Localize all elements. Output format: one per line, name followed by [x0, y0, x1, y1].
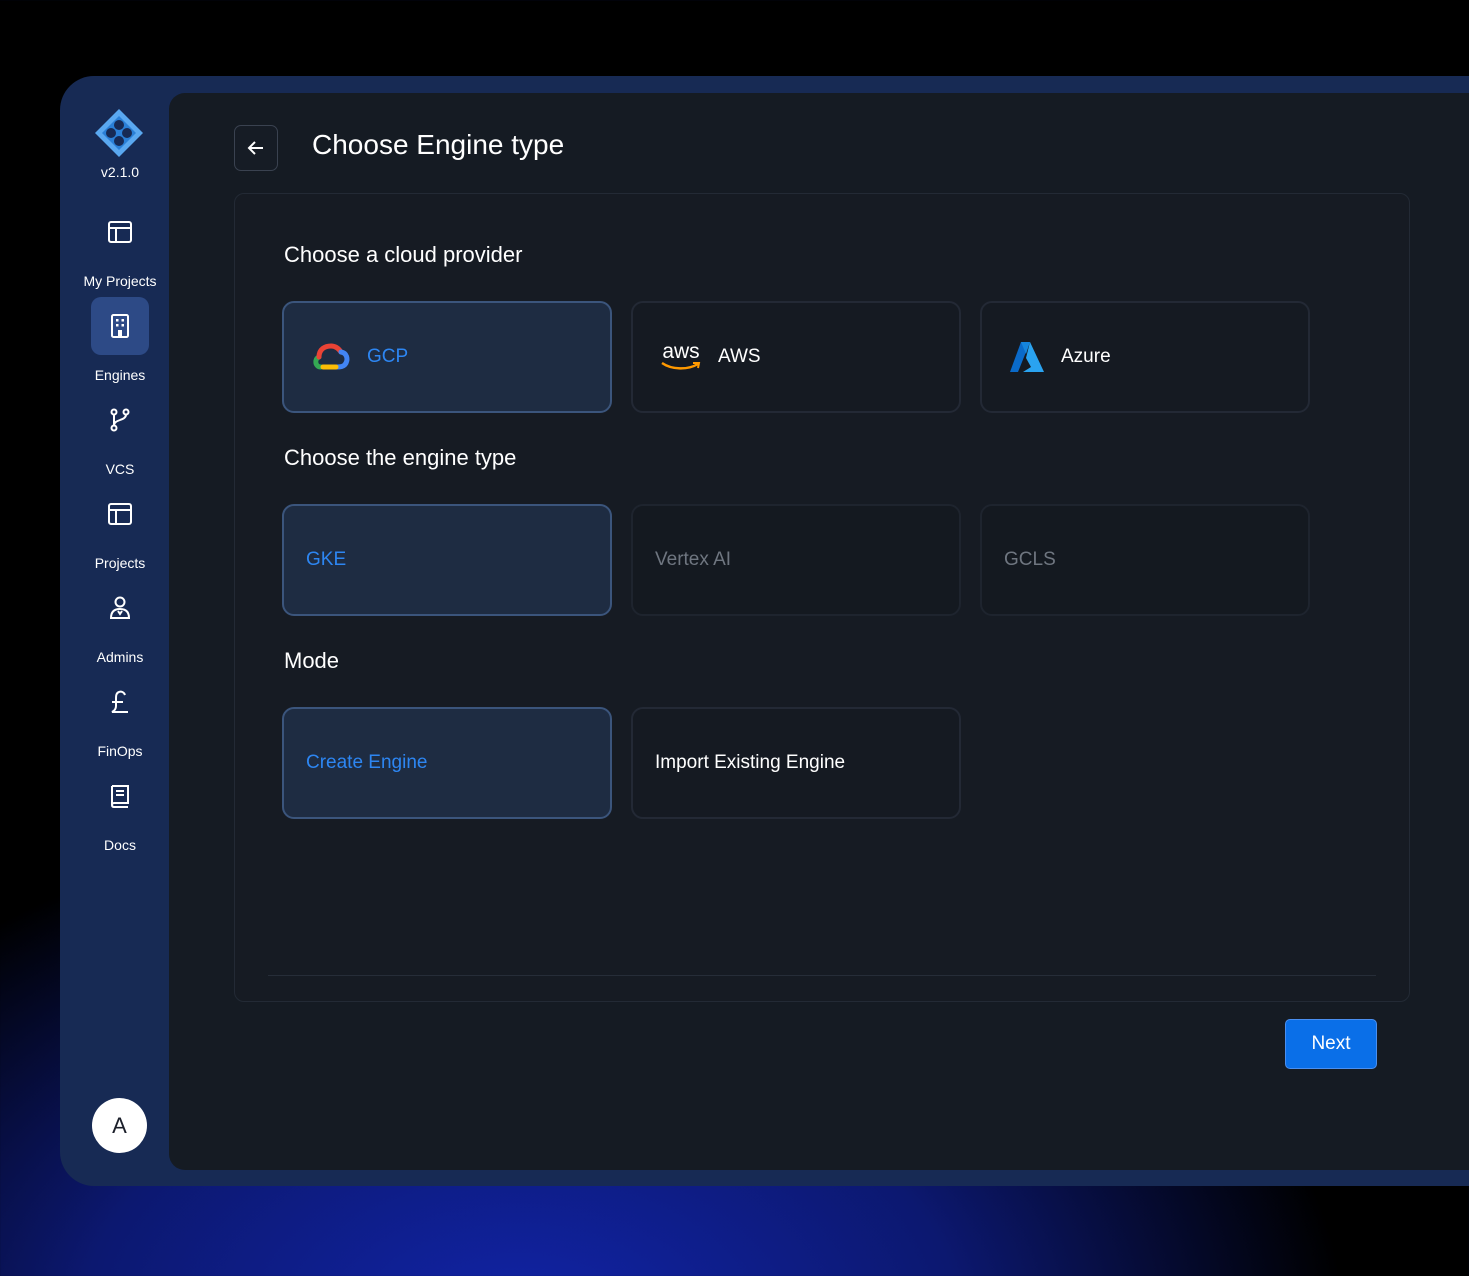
- sidebar-item-label: Engines: [94, 367, 146, 383]
- mode-option-import-existing-engine[interactable]: Import Existing Engine: [631, 707, 961, 819]
- sidebar-item-label: My Projects: [83, 273, 157, 289]
- admin-user-icon: [91, 579, 149, 637]
- arrow-left-icon: [247, 141, 263, 155]
- sidebar-item-label: Projects: [94, 555, 146, 571]
- app-frame: v2.1.0 My Projects Engines VCS Projects …: [60, 76, 1469, 1186]
- engine-type-option-label: GCLS: [1004, 549, 1056, 570]
- aws-logo-text: aws: [662, 340, 700, 363]
- provider-option-azure[interactable]: Azure: [980, 301, 1310, 413]
- avatar[interactable]: A: [92, 1098, 147, 1153]
- sidebar-item-label: Admins: [96, 649, 144, 665]
- book-icon: [91, 767, 149, 825]
- layout-icon: [91, 203, 149, 261]
- next-button[interactable]: Next: [1285, 1019, 1377, 1069]
- gcp-logo-icon: [311, 341, 351, 373]
- sidebar-item-vcs[interactable]: VCS: [60, 391, 180, 477]
- engine-type-option-gcls: GCLS: [980, 504, 1310, 616]
- mode-option-label: Create Engine: [306, 752, 428, 773]
- git-branch-icon: [91, 391, 149, 449]
- mode-option-create-engine[interactable]: Create Engine: [282, 707, 612, 819]
- engine-type-option-vertex-ai: Vertex AI: [631, 504, 961, 616]
- section-title-provider: Choose a cloud provider: [284, 242, 523, 267]
- layout-icon: [91, 485, 149, 543]
- azure-logo-icon: [1009, 340, 1045, 374]
- building-icon: [91, 297, 149, 355]
- app-logo-icon[interactable]: [94, 108, 144, 158]
- pound-icon: [91, 673, 149, 731]
- mode-option-label: Import Existing Engine: [655, 752, 846, 773]
- provider-option-label: Azure: [1061, 346, 1111, 367]
- sidebar-item-admins[interactable]: Admins: [60, 579, 180, 665]
- sidebar-item-finops[interactable]: FinOps: [60, 673, 180, 759]
- sidebar-item-projects[interactable]: Projects: [60, 485, 180, 571]
- sidebar: v2.1.0 My Projects Engines VCS Projects …: [60, 76, 170, 1186]
- provider-option-aws[interactable]: aws AWS: [631, 301, 961, 413]
- aws-logo-icon: aws: [660, 340, 702, 371]
- divider: [268, 975, 1376, 976]
- sidebar-item-label: VCS: [105, 461, 135, 477]
- main-content: Choose Engine type Choose a cloud provid…: [169, 93, 1469, 1170]
- engine-type-option-label: GKE: [306, 549, 347, 570]
- app-version: v2.1.0: [100, 164, 140, 180]
- provider-option-gcp[interactable]: GCP: [282, 301, 612, 413]
- provider-option-label: AWS: [718, 346, 761, 367]
- page-title: Choose Engine type: [312, 129, 565, 160]
- back-button[interactable]: [234, 125, 278, 171]
- sidebar-item-label: FinOps: [97, 743, 143, 759]
- engine-form-panel: Choose a cloud provider GCP aws AWS Azur…: [234, 193, 1410, 1069]
- section-title-engine-type: Choose the engine type: [284, 445, 517, 470]
- engine-type-option-gke[interactable]: GKE: [282, 504, 612, 616]
- provider-option-label: GCP: [367, 346, 409, 367]
- sidebar-item-my-projects[interactable]: My Projects: [60, 203, 180, 289]
- sidebar-item-docs[interactable]: Docs: [60, 767, 180, 853]
- sidebar-item-label: Docs: [104, 837, 136, 853]
- engine-type-option-label: Vertex AI: [655, 549, 732, 570]
- section-title-mode: Mode: [284, 648, 340, 673]
- sidebar-item-engines[interactable]: Engines: [60, 297, 180, 383]
